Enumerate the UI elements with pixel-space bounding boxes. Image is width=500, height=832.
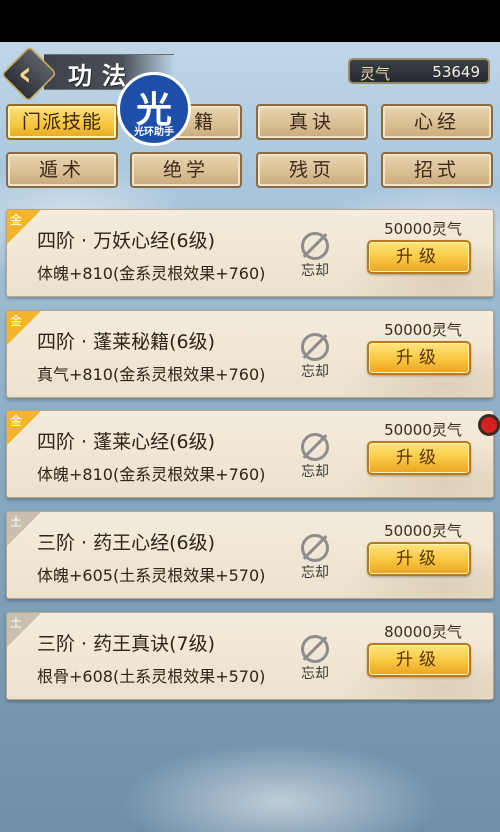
upgrade-button[interactable]: 升级 bbox=[367, 240, 471, 274]
back-arrow-icon: ‹ bbox=[18, 54, 33, 94]
forget-label: 忘却 bbox=[301, 464, 329, 480]
notification-dot-icon[interactable] bbox=[478, 414, 500, 436]
skill-effect: 根骨+608(土系灵根效果+570) bbox=[37, 667, 266, 686]
upgrade-cost: 50000灵气 bbox=[384, 421, 462, 439]
spirit-currency: 灵气 53649 bbox=[348, 58, 490, 84]
tab-ultimate-arts[interactable]: 绝学 bbox=[130, 152, 242, 188]
upgrade-cost: 50000灵气 bbox=[384, 522, 462, 540]
currency-value: 53649 bbox=[432, 63, 480, 81]
upgrade-button[interactable]: 升级 bbox=[367, 643, 471, 677]
tab-heart-sutra[interactable]: 心经 bbox=[381, 104, 493, 140]
element-label: 土 bbox=[10, 515, 23, 529]
element-label: 土 bbox=[10, 616, 23, 630]
forget-button[interactable]: 忘却 bbox=[295, 534, 335, 584]
upgrade-cost: 80000灵气 bbox=[384, 623, 462, 641]
upgrade-cost: 50000灵气 bbox=[384, 220, 462, 238]
skill-card: 土 三阶 · 药王心经(6级) 体魄+605(土系灵根效果+570) 忘却 50… bbox=[6, 511, 494, 599]
element-label: 金 bbox=[10, 314, 23, 328]
tab-true-formula[interactable]: 真诀 bbox=[256, 104, 368, 140]
skill-name: 三阶 · 药王心经(6级) bbox=[37, 532, 216, 554]
element-label: 金 bbox=[10, 414, 23, 428]
tab-escape-arts[interactable]: 遁术 bbox=[6, 152, 118, 188]
skill-card: 土 三阶 · 药王真诀(7级) 根骨+608(土系灵根效果+570) 忘却 80… bbox=[6, 612, 494, 700]
tab-label: 籍 bbox=[194, 111, 218, 133]
tab-sect-skills[interactable]: 门派技能 bbox=[6, 104, 118, 140]
upgrade-cost: 50000灵气 bbox=[384, 321, 462, 339]
logo-subtitle: 光环助手 bbox=[134, 127, 174, 138]
forget-button[interactable]: 忘却 bbox=[295, 333, 335, 383]
forget-label: 忘却 bbox=[301, 364, 329, 380]
upgrade-button[interactable]: 升级 bbox=[367, 441, 471, 475]
upgrade-button[interactable]: 升级 bbox=[367, 341, 471, 375]
skill-card: 金 四阶 · 蓬莱心经(6级) 体魄+810(金系灵根效果+760) 忘却 50… bbox=[6, 410, 494, 498]
forget-label: 忘却 bbox=[301, 263, 329, 279]
skill-name: 四阶 · 蓬莱秘籍(6级) bbox=[37, 331, 216, 353]
skill-name: 三阶 · 药王真诀(7级) bbox=[37, 633, 216, 655]
skill-effect: 体魄+605(土系灵根效果+570) bbox=[37, 566, 266, 585]
skill-name: 四阶 · 万妖心经(6级) bbox=[37, 230, 216, 252]
skill-card: 金 四阶 · 万妖心经(6级) 体魄+810(金系灵根效果+760) 忘却 50… bbox=[6, 209, 494, 297]
skill-effect: 真气+810(金系灵根效果+760) bbox=[37, 365, 266, 384]
upgrade-button[interactable]: 升级 bbox=[367, 542, 471, 576]
tab-moves[interactable]: 招式 bbox=[381, 152, 493, 188]
watermark-logo: 光 光环助手 bbox=[117, 72, 191, 146]
skill-name: 四阶 · 蓬莱心经(6级) bbox=[37, 431, 216, 453]
forget-label: 忘却 bbox=[301, 666, 329, 682]
forget-button[interactable]: 忘却 bbox=[295, 232, 335, 282]
currency-label: 灵气 bbox=[360, 65, 391, 83]
skill-effect: 体魄+810(金系灵根效果+760) bbox=[37, 264, 266, 283]
skill-effect: 体魄+810(金系灵根效果+760) bbox=[37, 465, 266, 484]
status-bar bbox=[0, 0, 500, 42]
forget-button[interactable]: 忘却 bbox=[295, 433, 335, 483]
tab-remnant-pages[interactable]: 残页 bbox=[256, 152, 368, 188]
element-label: 金 bbox=[10, 213, 23, 227]
forget-button[interactable]: 忘却 bbox=[295, 635, 335, 685]
skills-screen: ‹ 功法 灵气 53649 门派技能 籍 真诀 心经 遁术 绝学 残页 招式 光… bbox=[0, 42, 500, 832]
cloud-decoration bbox=[120, 742, 440, 832]
skill-card: 金 四阶 · 蓬莱秘籍(6级) 真气+810(金系灵根效果+760) 忘却 50… bbox=[6, 310, 494, 398]
forget-label: 忘却 bbox=[301, 565, 329, 581]
